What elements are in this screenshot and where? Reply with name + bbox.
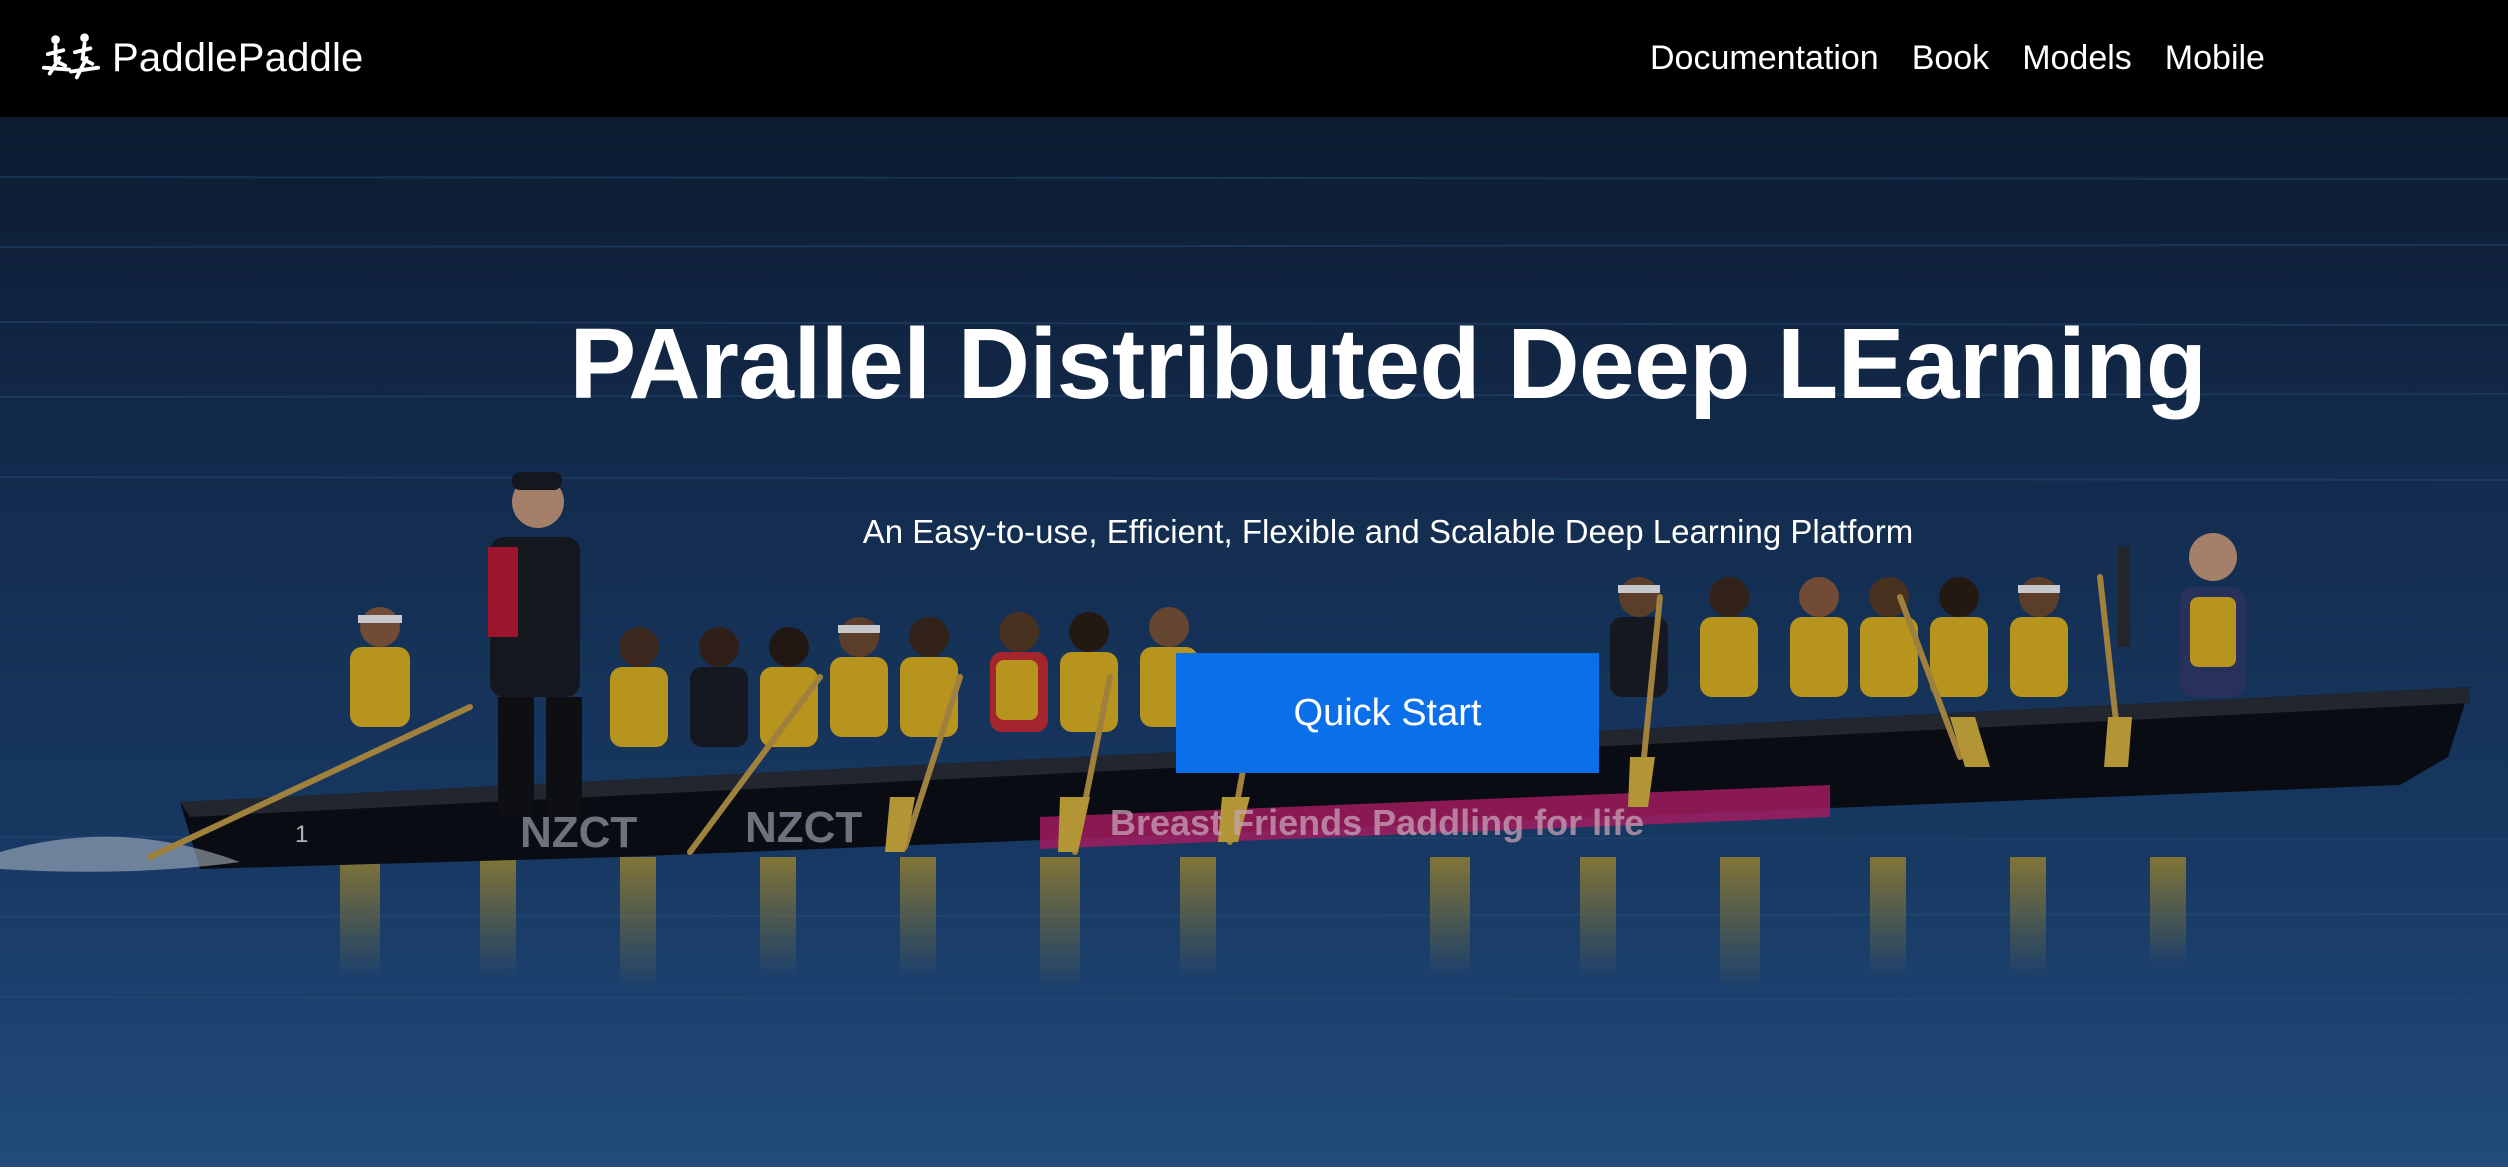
nav-links: Documentation Book Models Mobile <box>1650 0 2265 117</box>
quick-start-button[interactable]: Quick Start <box>1176 653 1599 773</box>
hero-subtitle: An Easy-to-use, Efficient, Flexible and … <box>862 513 1914 550</box>
nav-link-book[interactable]: Book <box>1912 39 1990 78</box>
hero-title: PArallel Distributed Deep LEarning <box>569 308 2207 420</box>
nav-link-models[interactable]: Models <box>2022 39 2132 78</box>
top-navbar: PaddlePaddle Documentation Book Models M… <box>0 0 2508 117</box>
brand-name: PaddlePaddle <box>112 35 364 80</box>
paddlers-logo-icon <box>42 33 100 80</box>
brand-link[interactable]: PaddlePaddle <box>42 28 364 88</box>
hero-section: NZCT NZCT Breast Friends Paddling for li… <box>0 117 2508 1167</box>
nav-link-mobile[interactable]: Mobile <box>2165 39 2265 78</box>
nav-link-documentation[interactable]: Documentation <box>1650 39 1879 78</box>
hero-overlay <box>0 117 2508 1167</box>
page: PaddlePaddle Documentation Book Models M… <box>0 0 2508 1170</box>
